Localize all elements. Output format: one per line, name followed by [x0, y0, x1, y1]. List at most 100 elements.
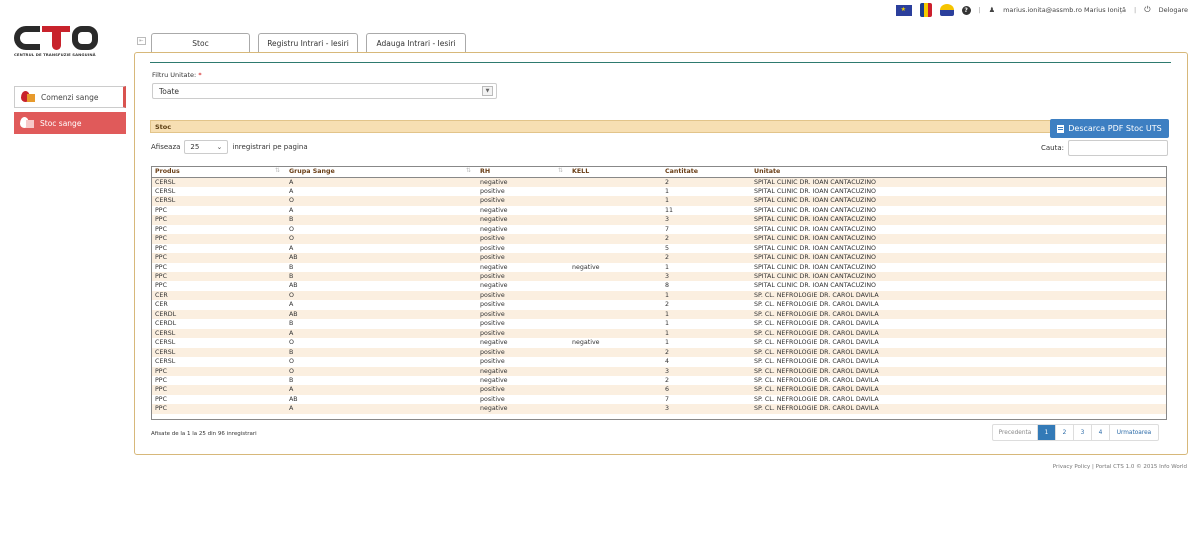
- table-row: PPC AB positive 2 SPITAL CLINIC DR. IOAN CAN…: [152, 253, 1166, 263]
- table-cell: AB: [286, 309, 477, 320]
- table-cell: [569, 224, 662, 235]
- table-cell: 1: [662, 196, 751, 206]
- table-cell: 1: [662, 338, 751, 348]
- sidebar-item-comenzi-sange[interactable]: Comenzi sange: [14, 86, 126, 108]
- column-header[interactable]: Cantitate: [662, 167, 751, 178]
- power-icon[interactable]: ⏻: [1144, 5, 1150, 15]
- pagination-prev-button[interactable]: Precedenta: [993, 425, 1038, 440]
- unit-filter-select[interactable]: Toate ▼: [152, 83, 497, 99]
- column-header[interactable]: KELL: [569, 167, 662, 178]
- pagination-page-1[interactable]: 1: [1038, 425, 1056, 440]
- table-row: CERSL Apositive 1 SPITAL CLINIC DR. IOAN CA…: [152, 186, 1166, 197]
- blood-drop-icon: [20, 117, 34, 129]
- column-header[interactable]: Unitate: [751, 167, 1166, 178]
- table-cell: [569, 196, 662, 206]
- table-cell: positive: [477, 309, 569, 320]
- chevron-down-icon: ⌄: [216, 143, 223, 151]
- table-cell: O: [286, 196, 477, 206]
- column-header[interactable]: Grupa Sange ⇅: [286, 167, 477, 178]
- table-row: PPC Bnegative negative 1 SPITAL CLINIC DR. I…: [152, 262, 1166, 273]
- help-icon[interactable]: ?: [961, 5, 971, 15]
- user-name[interactable]: marius.ionita@assmb.ro Marius Ioniță: [1003, 6, 1126, 14]
- column-header[interactable]: Produs ⇅: [152, 167, 286, 178]
- collapse-sidebar-icon[interactable]: ⇤: [137, 37, 146, 45]
- table-cell: PPC: [152, 243, 286, 254]
- user-icon: ♟: [988, 6, 996, 14]
- table-cell: 2: [662, 347, 751, 358]
- table-row: CERDL Bpositive 1 SP. CL. NEFROLOGIE DR. CA…: [152, 319, 1166, 329]
- table-cell: B: [286, 215, 477, 225]
- main-panel: Filtru Unitate: * Toate ▼ Stoc Descarca …: [134, 52, 1188, 455]
- search-input[interactable]: [1068, 140, 1169, 156]
- table-row: CERSL Opositive 4 SP. CL. NEFROLOGIE DR. CA…: [152, 357, 1166, 367]
- download-pdf-button[interactable]: Descarca PDF Stoc UTS: [1050, 119, 1169, 138]
- table-cell: [569, 234, 662, 244]
- tab-stoc[interactable]: Stoc: [151, 33, 250, 52]
- table-cell: 7: [662, 394, 751, 405]
- logout-link[interactable]: Delogare: [1159, 6, 1188, 14]
- table-cell: 11: [662, 205, 751, 216]
- table-cell: [569, 205, 662, 216]
- table-row: CERSL Opositive 1 SPITAL CLINIC DR. IOAN CA…: [152, 196, 1166, 206]
- table-cell: positive: [477, 186, 569, 197]
- table-cell: O: [286, 234, 477, 244]
- table-cell: negative: [477, 404, 569, 414]
- table-cell: [569, 215, 662, 225]
- table-cell: PPC: [152, 262, 286, 273]
- pagination-page-3[interactable]: 3: [1074, 425, 1092, 440]
- table-cell: AB: [286, 281, 477, 291]
- table-cell: negative: [477, 224, 569, 235]
- sort-icon: ⇅: [274, 167, 280, 174]
- table-cell: PPC: [152, 366, 286, 377]
- table-cell: positive: [477, 272, 569, 282]
- table-cell: O: [286, 357, 477, 367]
- table-cell: positive: [477, 253, 569, 263]
- pagination-page-4[interactable]: 4: [1092, 425, 1110, 440]
- table-row: PPC AB negative 8 SPITAL CLINIC DR. IOAN CAN…: [152, 281, 1166, 291]
- table-cell: SPITAL CLINIC DR. IOAN CANTACUZINO: [751, 253, 1166, 263]
- table-cell: negative: [477, 262, 569, 273]
- table-cell: [569, 385, 662, 395]
- tab-bar: Stoc Registru Intrari - Iesiri Adauga In…: [151, 33, 466, 52]
- table-cell: 2: [662, 376, 751, 386]
- divider: [150, 62, 1171, 63]
- table-cell: 8: [662, 281, 751, 291]
- sidebar-item-stoc-sange[interactable]: Stoc sange: [14, 112, 126, 134]
- search-label: Cauta:: [1041, 144, 1065, 152]
- separator: |: [978, 6, 981, 14]
- chevron-down-icon[interactable]: ▼: [482, 86, 493, 96]
- page-length-control: Afiseaza 25 ⌄ inregistrari pe pagina: [151, 140, 308, 154]
- table-cell: B: [286, 272, 477, 282]
- table-row: PPC Apositive 6 SP. CL. NEFROLOGIE DR. CARO…: [152, 385, 1166, 395]
- tab-registru-intrari-iesiri[interactable]: Registru Intrari - Iesiri: [258, 33, 358, 52]
- table-cell: [569, 328, 662, 339]
- column-header[interactable]: RH ⇅: [477, 167, 569, 178]
- table-cell: [569, 404, 662, 414]
- cts-logo[interactable]: CENTRUL DE TRANSFUZIE SANGUINĂ: [14, 26, 100, 60]
- table-cell: PPC: [152, 253, 286, 263]
- tab-adauga-intrari-iesiri[interactable]: Adauga Intrari - Iesiri: [366, 33, 466, 52]
- table-cell: negative: [569, 338, 662, 348]
- table-row: PPC Bnegative 3 SPITAL CLINIC DR. IOAN CANT…: [152, 215, 1166, 225]
- pagination-next-button[interactable]: Urmatoarea: [1110, 425, 1158, 440]
- table-cell: SP. CL. NEFROLOGIE DR. CAROL DAVILA: [751, 300, 1166, 310]
- table-cell: 3: [662, 366, 751, 377]
- search-control: Cauta:: [1041, 140, 1169, 156]
- table-cell: 1: [662, 262, 751, 273]
- table-cell: positive: [477, 328, 569, 339]
- table-row: CERSL Apositive 1 SP. CL. NEFROLOGIE DR. CA…: [152, 328, 1166, 339]
- table-row: CERSL Bpositive 2 SP. CL. NEFROLOGIE DR. CA…: [152, 347, 1166, 358]
- table-cell: 2: [662, 177, 751, 187]
- table-cell: A: [286, 205, 477, 216]
- table-cell: PPC: [152, 404, 286, 414]
- table-cell: O: [286, 366, 477, 377]
- filter-label: Filtru Unitate: *: [152, 71, 202, 79]
- pagination-page-2[interactable]: 2: [1056, 425, 1074, 440]
- table-row: CER Opositive 1 SP. CL. NEFROLOGIE DR. CARO…: [152, 290, 1166, 301]
- table-cell: 3: [662, 272, 751, 282]
- page-length-select[interactable]: 25 ⌄: [184, 140, 229, 154]
- table-cell: A: [286, 186, 477, 197]
- table-cell: SPITAL CLINIC DR. IOAN CANTACUZINO: [751, 272, 1166, 282]
- table-row: PPC Bnegative 2 SP. CL. NEFROLOGIE DR. CARO…: [152, 376, 1166, 386]
- government-logo-icon: [939, 4, 954, 16]
